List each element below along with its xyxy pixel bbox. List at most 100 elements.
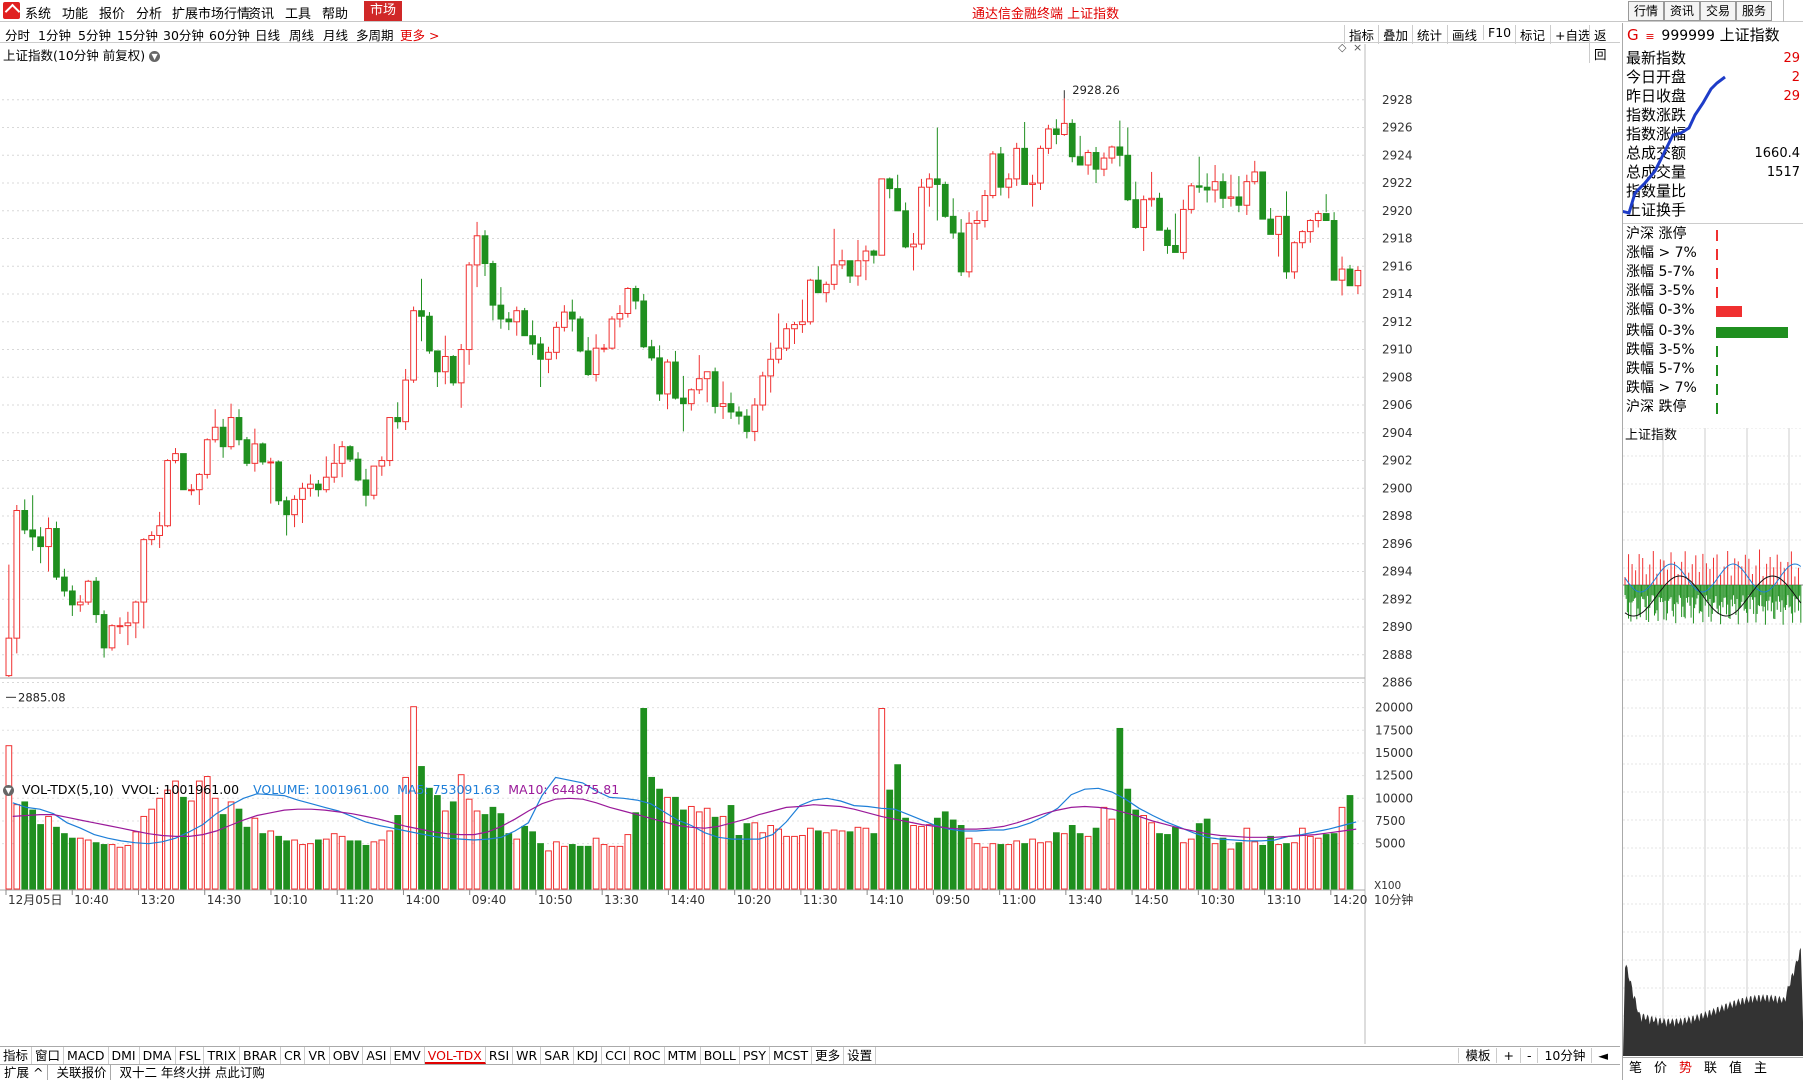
tool-add-watch[interactable]: +自选	[1550, 25, 1594, 44]
expand-button[interactable]: 扩展 ^	[0, 1065, 49, 1080]
window-control[interactable]	[1783, 0, 1803, 22]
menu-analysis[interactable]: 分析	[136, 3, 162, 22]
tool-overlay[interactable]: 叠加	[1378, 25, 1412, 44]
top-button-trade[interactable]: 交易	[1700, 1, 1737, 21]
menu-function[interactable]: 功能	[62, 3, 88, 22]
tab-vol-tdx[interactable]: VOL-TDX	[424, 1047, 486, 1064]
period-daily[interactable]: 日线	[255, 25, 280, 44]
volume-bar	[672, 796, 679, 890]
top-button-news[interactable]: 资讯	[1664, 1, 1701, 21]
tabbar-control[interactable]: 10分钟	[1537, 1048, 1592, 1063]
tab-wr[interactable]: WR	[513, 1047, 542, 1064]
period-1min[interactable]: 1分钟	[38, 25, 71, 44]
volume-bar	[386, 830, 394, 890]
volume-bar	[283, 840, 290, 890]
tab-cr[interactable]: CR	[281, 1047, 306, 1064]
candle	[687, 388, 695, 411]
menu-news[interactable]: 资讯	[248, 3, 274, 22]
mini-intraday-chart[interactable]	[1623, 428, 1803, 1056]
volume-bar	[1156, 833, 1163, 890]
top-button-quote[interactable]: 行情	[1628, 1, 1665, 21]
price-tick-label: 2924	[1382, 148, 1413, 162]
candle	[418, 278, 425, 342]
period-30min[interactable]: 30分钟	[163, 25, 204, 44]
tab-mcst[interactable]: MCST	[770, 1047, 813, 1064]
tabbar-control[interactable]: +	[1496, 1048, 1520, 1063]
chart-options-icon[interactable]: ▼	[149, 51, 161, 62]
volume-bar	[1211, 843, 1219, 890]
tab--[interactable]: 指标	[0, 1047, 33, 1064]
panel-tab[interactable]: 联	[1698, 1058, 1723, 1080]
tab-obv[interactable]: OBV	[330, 1047, 364, 1064]
tool-indicator[interactable]: 指标	[1344, 25, 1378, 44]
tabbar-control[interactable]: -	[1519, 1048, 1538, 1063]
panel-tab[interactable]: 主	[1748, 1058, 1773, 1080]
menu-market[interactable]: 市场	[364, 1, 403, 21]
menu-tools[interactable]: 工具	[285, 3, 311, 22]
link-related-quote[interactable]: 关联报价	[52, 1065, 112, 1080]
tab-fsl[interactable]: FSL	[176, 1047, 205, 1064]
period-5min[interactable]: 5分钟	[78, 25, 111, 44]
tabbar-control[interactable]: ◄	[1591, 1048, 1614, 1063]
panel-tab[interactable]: 值	[1723, 1058, 1748, 1080]
top-button-service[interactable]: 服务	[1736, 1, 1773, 21]
candlestick-chart[interactable]: 2928 2926 2924 2922 2920 2918 2916 2914 2912 2910…	[0, 44, 1620, 1044]
tab-sar[interactable]: SAR	[541, 1047, 574, 1064]
panel-menu-icon[interactable]: ≡	[1645, 30, 1654, 43]
candle-body	[767, 358, 775, 377]
menu-ext-market[interactable]: 扩展市场行情	[172, 3, 250, 22]
period-multi[interactable]: 多周期	[356, 25, 394, 44]
period-60min[interactable]: 60分钟	[209, 25, 250, 44]
candle-body	[878, 178, 886, 256]
tool-f10[interactable]: F10	[1483, 25, 1515, 40]
volume-options-icon[interactable]: ▼	[3, 785, 14, 796]
volume-bar	[124, 844, 132, 890]
tab-boll[interactable]: BOLL	[701, 1047, 740, 1064]
tab--[interactable]: 窗口	[32, 1047, 65, 1064]
tab-roc[interactable]: ROC	[630, 1047, 665, 1064]
tab-macd[interactable]: MACD	[64, 1047, 109, 1064]
menu-quote[interactable]: 报价	[99, 3, 125, 22]
panel-tab[interactable]: 势	[1673, 1058, 1698, 1080]
tab-emv[interactable]: EMV	[391, 1047, 425, 1064]
period-monthly[interactable]: 月线	[323, 25, 348, 44]
tab-rsi[interactable]: RSI	[486, 1047, 514, 1064]
panel-tab[interactable]: 价	[1648, 1058, 1673, 1080]
volume-bar	[775, 828, 782, 890]
tool-draw[interactable]: 画线	[1447, 25, 1481, 44]
tab--[interactable]: 设置	[844, 1047, 877, 1064]
tab-mtm[interactable]: MTM	[665, 1047, 701, 1064]
period-weekly[interactable]: 周线	[289, 25, 314, 44]
tab--[interactable]: 更多	[812, 1047, 845, 1064]
tab-brar[interactable]: BRAR	[240, 1047, 282, 1064]
link-promo[interactable]: 双十二 年终火拼 点此订购	[115, 1065, 268, 1080]
kline-chart-area[interactable]: 2928 2926 2924 2922 2920 2918 2916 2914 2912 2910…	[0, 44, 1620, 1044]
menu-help[interactable]: 帮助	[322, 3, 348, 22]
tab-trix[interactable]: TRIX	[204, 1047, 241, 1064]
tab-kdj[interactable]: KDJ	[574, 1047, 603, 1064]
vol-ma5-value: MA5: 753091.63	[397, 782, 501, 797]
period-more[interactable]: 更多 >	[400, 25, 439, 44]
tab-dmi[interactable]: DMI	[109, 1047, 140, 1064]
menu-system[interactable]: 系统	[25, 3, 51, 22]
tabbar-control[interactable]: 模板	[1458, 1048, 1497, 1063]
candle-body	[1060, 122, 1068, 135]
tab-cci[interactable]: CCI	[602, 1047, 631, 1064]
candle-body	[1267, 218, 1274, 235]
volume-bar	[981, 846, 989, 890]
period-15min[interactable]: 15分钟	[117, 25, 158, 44]
candle-body	[997, 153, 1005, 188]
tab-asi[interactable]: ASI	[363, 1047, 391, 1064]
tab-vr[interactable]: VR	[305, 1047, 330, 1064]
tool-mark[interactable]: 标记	[1515, 25, 1549, 44]
tool-stats[interactable]: 统计	[1412, 25, 1446, 44]
candle	[505, 312, 513, 331]
tab-psy[interactable]: PSY	[740, 1047, 770, 1064]
period-timeshare[interactable]: 分时	[5, 25, 30, 44]
tab-dma[interactable]: DMA	[140, 1047, 176, 1064]
volume-bar	[473, 810, 481, 890]
volume-bar	[553, 841, 560, 890]
volume-bar	[172, 780, 179, 890]
panel-tab[interactable]: 笔	[1623, 1058, 1648, 1080]
volume-bar	[299, 844, 306, 890]
